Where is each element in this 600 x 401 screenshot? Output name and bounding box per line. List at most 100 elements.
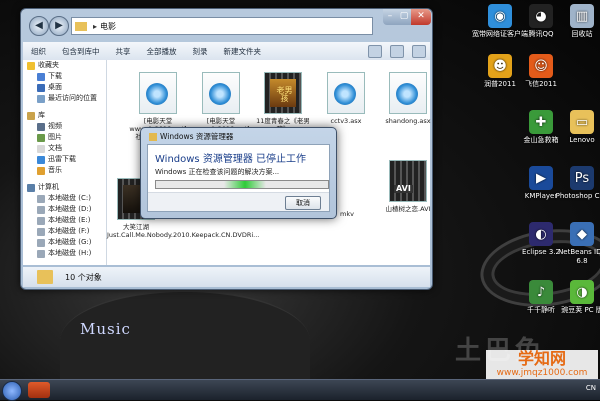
dialog-title: Windows 资源管理器 bbox=[160, 132, 234, 141]
toolbar-play-all[interactable]: 全部播放 bbox=[139, 46, 185, 57]
nav-item[interactable]: 库 bbox=[23, 110, 106, 121]
nav-item-label: 文档 bbox=[48, 144, 62, 152]
nav-item-label: 最近访问的位置 bbox=[48, 94, 97, 102]
address-folder[interactable]: 电影 bbox=[100, 21, 116, 32]
nav-item-icon bbox=[27, 61, 35, 70]
nav-item-label: 桌面 bbox=[48, 83, 62, 91]
nav-item[interactable]: 本地磁盘 (G:) bbox=[23, 237, 106, 248]
desktop-icon-label: 回收站 bbox=[571, 30, 593, 38]
preview-pane-icon[interactable] bbox=[390, 44, 404, 58]
nav-item-icon bbox=[37, 249, 45, 258]
nav-item-label: 音乐 bbox=[48, 166, 62, 174]
nav-item-icon bbox=[37, 133, 45, 142]
toolbar-include-in-library[interactable]: 包含到库中 bbox=[54, 46, 108, 57]
desktop-icon[interactable]: ◑ 豌豆荚 PC 版 bbox=[552, 280, 600, 315]
folder-icon bbox=[37, 270, 53, 284]
video-thumbnail-icon: 老男孩 bbox=[264, 72, 302, 114]
nav-item-icon bbox=[37, 166, 45, 175]
file-item[interactable]: 老男孩 11度青春之《老男孩》 bbox=[254, 72, 312, 133]
nav-item-label: 本地磁盘 (E:) bbox=[48, 216, 91, 224]
file-name: shandong.asx bbox=[385, 117, 431, 125]
file-name: mkv bbox=[340, 210, 354, 218]
taskbar: CN bbox=[0, 379, 600, 401]
nav-item-icon bbox=[37, 216, 45, 225]
nav-item[interactable]: 收藏夹 bbox=[23, 60, 106, 71]
desktop-icon-label: NetBeans IDE 6.8 bbox=[558, 248, 600, 265]
app-icon: ▶ bbox=[529, 166, 553, 190]
file-item[interactable]: [电影天堂 www.dy2018.net] bbox=[192, 72, 250, 133]
nav-item-label: 本地磁盘 (C:) bbox=[48, 194, 91, 202]
nav-item[interactable]: 音乐 bbox=[23, 165, 106, 176]
nav-item[interactable]: 计算机 bbox=[23, 182, 106, 193]
dialog-titlebar[interactable]: Windows 资源管理器 bbox=[149, 131, 233, 142]
taskbar-app-icon[interactable] bbox=[28, 382, 50, 398]
folder-icon bbox=[75, 21, 87, 31]
nav-item[interactable]: 下载 bbox=[23, 71, 106, 82]
minimize-icon[interactable]: – bbox=[383, 9, 397, 25]
view-options-icon[interactable] bbox=[368, 44, 382, 58]
app-icon: ♪ bbox=[529, 280, 553, 304]
site-name: 学知网 bbox=[517, 349, 566, 368]
nav-item[interactable]: 本地磁盘 (E:) bbox=[23, 215, 106, 226]
close-icon[interactable]: ✕ bbox=[411, 9, 431, 25]
app-icon: ▭ bbox=[570, 110, 594, 134]
nav-item[interactable]: 迅雷下载 bbox=[23, 154, 106, 165]
nav-item-label: 图片 bbox=[48, 133, 62, 141]
file-item[interactable]: shandong.asx bbox=[379, 72, 437, 125]
desktop-icon-label: 豌豆荚 PC 版 bbox=[561, 306, 600, 314]
desktop-icon[interactable]: ▥ 回收站 bbox=[552, 4, 600, 39]
nav-item-label: 本地磁盘 (F:) bbox=[48, 227, 90, 235]
nav-item[interactable]: 本地磁盘 (D:) bbox=[23, 204, 106, 215]
desktop-music-text: Music bbox=[80, 320, 131, 338]
app-icon: ◉ bbox=[488, 4, 512, 28]
nav-item[interactable]: 最近访问的位置 bbox=[23, 93, 106, 104]
toolbar-share[interactable]: 共享 bbox=[108, 46, 139, 57]
app-icon: ◐ bbox=[529, 222, 553, 246]
nav-item-icon bbox=[27, 111, 35, 120]
toolbar-new-folder[interactable]: 新建文件夹 bbox=[216, 46, 270, 57]
file-item[interactable]: AVI 山楂树之恋.AVI bbox=[379, 160, 437, 213]
desktop-icon[interactable]: ☺ 飞信2011 bbox=[511, 54, 571, 89]
nav-item-label: 本地磁盘 (H:) bbox=[48, 249, 92, 257]
navigation-pane: 收藏夹下载桌面最近访问的位置库视频图片文档迅雷下载 音乐计算机 本地磁盘 (C:) 本… bbox=[23, 60, 107, 265]
start-button[interactable] bbox=[2, 381, 22, 401]
nav-item[interactable]: 本地磁盘 (H:) bbox=[23, 248, 106, 259]
nav-item[interactable]: 本地磁盘 (C:) bbox=[23, 193, 106, 204]
maximize-icon[interactable]: ▢ bbox=[397, 9, 411, 25]
app-icon: ☻ bbox=[488, 54, 512, 78]
file-item[interactable]: cctv3.asx bbox=[317, 72, 375, 125]
app-icon: ☺ bbox=[529, 54, 553, 78]
nav-item-label: 本地磁盘 (D:) bbox=[48, 205, 92, 213]
command-toolbar: 组织 包含到库中 共享 全部播放 刻录 新建文件夹 bbox=[23, 42, 430, 61]
help-icon[interactable] bbox=[412, 44, 426, 58]
nav-item[interactable]: 本地磁盘 (F:) bbox=[23, 226, 106, 237]
address-bar[interactable]: ▸ 电影 bbox=[71, 17, 373, 35]
desktop-icon[interactable]: Ps Photoshop CS4 bbox=[552, 166, 600, 201]
forward-arrow-icon[interactable]: ▶ bbox=[49, 16, 69, 36]
back-arrow-icon[interactable]: ◀ bbox=[29, 16, 49, 36]
breadcrumb-separator-icon: ▸ bbox=[93, 21, 98, 31]
progress-bar bbox=[155, 180, 329, 189]
nav-item-label: 视频 bbox=[48, 122, 62, 130]
nav-item-icon bbox=[37, 94, 45, 103]
film-caption: 老男孩 bbox=[276, 86, 293, 103]
nav-item[interactable]: 视频 bbox=[23, 121, 106, 132]
desktop-icon[interactable]: ◆ NetBeans IDE 6.8 bbox=[552, 222, 600, 266]
app-icon: ◑ bbox=[570, 280, 594, 304]
window-titlebar[interactable]: ◀ ▶ ▸ 电影 – ▢ ✕ bbox=[21, 9, 432, 39]
desktop-icon[interactable]: ▭ Lenovo bbox=[552, 110, 600, 145]
tray-language[interactable]: CN bbox=[586, 384, 596, 392]
cancel-button[interactable]: 取消 bbox=[285, 196, 321, 210]
toolbar-burn[interactable]: 刻录 bbox=[185, 46, 216, 57]
nav-item[interactable]: 文档 bbox=[23, 143, 106, 154]
nav-item-label: 下载 bbox=[48, 72, 62, 80]
file-name: 大笑江湖 Just.Call.Me.Nobody.2010.Keepack.CN… bbox=[107, 223, 260, 239]
nav-item[interactable]: 图片 bbox=[23, 132, 106, 143]
nav-item-label: 收藏夹 bbox=[38, 61, 59, 69]
nav-item[interactable]: 桌面 bbox=[23, 82, 106, 93]
nav-item-icon bbox=[37, 83, 45, 92]
site-watermark: 学知网 www.jmqz1000.com bbox=[486, 350, 598, 380]
item-count: 10 个对象 bbox=[65, 272, 102, 282]
desktop-icon-label: Photoshop CS4 bbox=[555, 192, 600, 200]
toolbar-organize[interactable]: 组织 bbox=[23, 46, 54, 57]
